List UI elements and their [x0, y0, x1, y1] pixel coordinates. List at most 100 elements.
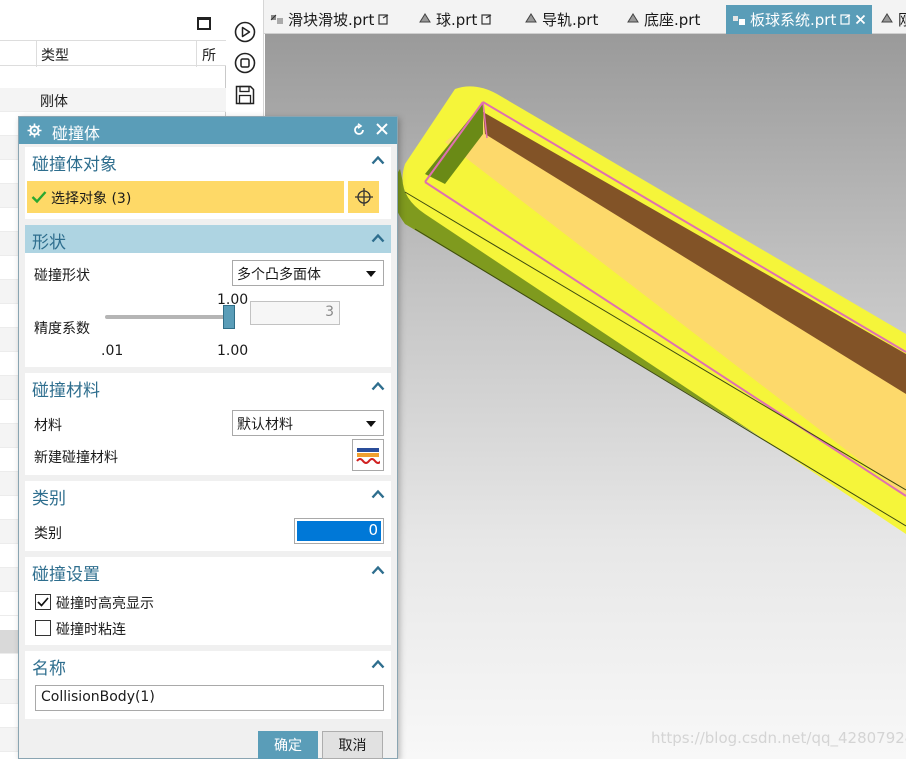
tab-label: 刚 [898, 10, 906, 29]
collision-body-dialog: 碰撞体 碰撞体对象 选择对象 (3) 形状 碰撞形状 多个凸多面体 1.00 精… [18, 116, 398, 759]
section-title: 类别 [32, 489, 66, 509]
collision-shape-label: 碰撞形状 [34, 268, 90, 284]
navigator-row[interactable]: 刚体 [0, 88, 226, 112]
chevron-up-icon[interactable] [371, 381, 385, 391]
section-shape: 形状 碰撞形状 多个凸多面体 1.00 精度系数 3 .01 1.00 [25, 225, 391, 367]
modified-icon [481, 13, 492, 25]
chevron-up-icon[interactable] [371, 155, 385, 165]
tab-label: 导轨.prt [542, 10, 599, 29]
tab-label: 底座.prt [644, 10, 701, 29]
material-label: 材料 [34, 418, 62, 434]
document-tab-bar: 滑块滑坡.prt 球.prt 导轨.prt 底座.prt 板球系统.prt 刚 [264, 0, 906, 34]
column-header-type[interactable]: 类型 [41, 45, 69, 65]
category-value: 0 [368, 521, 378, 539]
stop-button[interactable] [233, 51, 257, 75]
slider-min-label: .01 [101, 343, 124, 359]
section-header[interactable]: 碰撞材料 [25, 373, 391, 401]
close-tab-icon[interactable] [855, 14, 866, 25]
part-icon [627, 13, 639, 23]
highlight-on-collision-checkbox[interactable] [35, 594, 51, 610]
checkmark-icon [31, 191, 47, 204]
chevron-up-icon[interactable] [371, 233, 385, 243]
section-name: 名称 CollisionBody(1) [25, 651, 391, 719]
tab-ball[interactable]: 球.prt [418, 6, 492, 32]
column-header-cut[interactable]: 所 [202, 45, 216, 65]
navigator-topbar [0, 0, 226, 40]
stick-on-collision-label: 碰撞时粘连 [56, 622, 126, 638]
reset-icon[interactable] [352, 123, 366, 137]
modified-icon [378, 13, 389, 25]
modified-icon [840, 14, 851, 25]
dropdown-arrow-icon [366, 271, 376, 277]
material-dropdown[interactable]: 默认材料 [232, 410, 384, 436]
name-input[interactable]: CollisionBody(1) [35, 685, 384, 711]
section-category: 类别 类别 0 [25, 481, 391, 551]
navigator-row[interactable] [0, 66, 226, 90]
tab-partial[interactable]: 刚 [880, 6, 906, 32]
stick-on-collision-checkbox[interactable] [35, 620, 51, 636]
slider-thumb[interactable] [223, 305, 235, 329]
save-snapshot-button[interactable] [233, 83, 257, 107]
gear-icon [27, 123, 42, 138]
chevron-up-icon[interactable] [371, 565, 385, 575]
dialog-title: 碰撞体 [52, 124, 101, 143]
section-collision-material: 碰撞材料 材料 默认材料 新建碰撞材料 [25, 373, 391, 475]
collision-shape-dropdown[interactable]: 多个凸多面体 [232, 260, 384, 286]
precision-slider[interactable] [105, 305, 235, 329]
section-header[interactable]: 名称 [25, 651, 391, 679]
crosshair-icon [354, 188, 373, 206]
section-header[interactable]: 碰撞设置 [25, 557, 391, 585]
tab-label: 球.prt [436, 10, 478, 29]
select-object-label: 选择对象 (3) [51, 191, 132, 207]
section-title: 碰撞材料 [32, 381, 100, 401]
tab-plate-ball-system[interactable]: 板球系统.prt [726, 5, 873, 34]
maximize-icon[interactable] [197, 17, 211, 30]
precision-input[interactable]: 3 [250, 301, 340, 325]
category-input-selection: 0 [297, 521, 381, 541]
precision-input-value: 3 [325, 304, 334, 320]
dialog-title-bar[interactable]: 碰撞体 [19, 117, 397, 144]
dropdown-arrow-icon [366, 421, 376, 427]
section-collision-objects: 碰撞体对象 选择对象 (3) [25, 147, 391, 219]
select-object-row[interactable]: 选择对象 (3) [27, 181, 344, 213]
section-header[interactable]: 碰撞体对象 [25, 147, 391, 175]
section-header[interactable]: 类别 [25, 481, 391, 509]
assembly-icon [733, 15, 745, 25]
category-input[interactable]: 0 [294, 518, 384, 544]
cancel-button[interactable]: 取消 [322, 731, 383, 759]
part-icon [419, 13, 431, 23]
name-input-value: CollisionBody(1) [41, 689, 155, 705]
tab-base[interactable]: 底座.prt [626, 6, 700, 32]
assembly-icon [270, 14, 283, 24]
slider-max-label: 1.00 [217, 343, 249, 359]
tab-label: 滑块滑坡.prt [288, 10, 375, 29]
column-divider[interactable] [196, 41, 197, 67]
chevron-up-icon[interactable] [371, 659, 385, 669]
tab-rail[interactable]: 导轨.prt [524, 6, 598, 32]
category-label: 类别 [34, 526, 62, 542]
section-title: 形状 [32, 233, 66, 253]
watermark-text: https://blog.csdn.net/qq_42807924 [651, 729, 906, 747]
chevron-up-icon[interactable] [371, 489, 385, 499]
navigator-column-header: 类型 所 [0, 40, 226, 67]
section-title: 碰撞设置 [32, 565, 100, 585]
play-button[interactable] [233, 20, 257, 44]
play-icon [234, 21, 256, 43]
tab-slider-slope[interactable]: 滑块滑坡.prt [270, 6, 389, 32]
section-header[interactable]: 形状 [25, 225, 391, 253]
new-material-button[interactable] [352, 439, 384, 471]
column-divider[interactable] [36, 41, 37, 67]
material-icon [356, 448, 380, 464]
new-material-label: 新建碰撞材料 [34, 450, 118, 466]
select-object-button[interactable] [347, 181, 379, 213]
close-icon[interactable] [374, 121, 390, 137]
save-icon [235, 85, 255, 105]
collision-shape-value: 多个凸多面体 [237, 267, 321, 283]
ok-button[interactable]: 确定 [258, 731, 318, 759]
slider-track [105, 315, 233, 319]
tab-label: 板球系统.prt [750, 11, 837, 29]
stop-icon [234, 52, 256, 74]
material-value: 默认材料 [237, 417, 293, 433]
section-title: 名称 [32, 659, 66, 679]
highlight-on-collision-label: 碰撞时高亮显示 [56, 596, 154, 612]
